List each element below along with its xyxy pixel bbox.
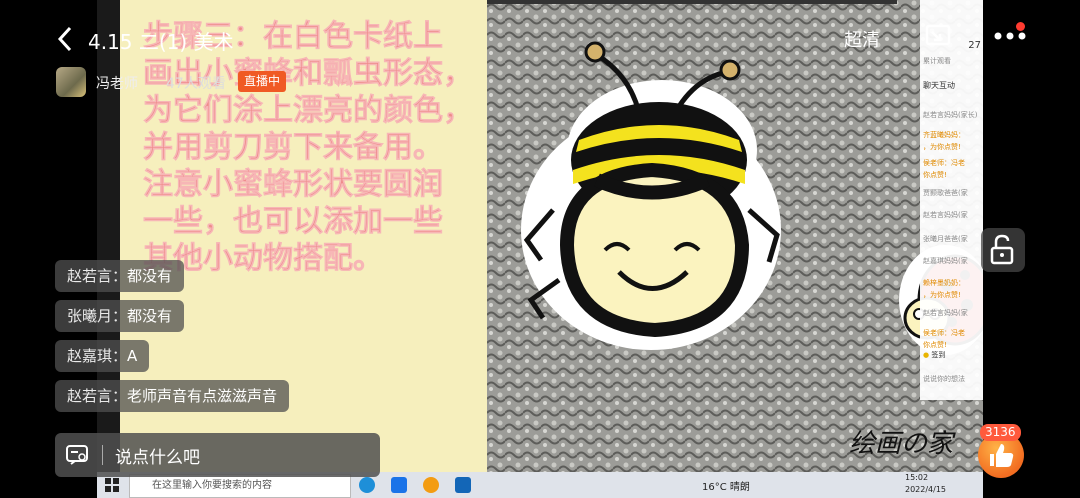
live-stream-video[interactable]: 绘画の家 步骤三：在白色卡纸上 画出小蜜蜂和瓢虫形态， 为它们涂上漂亮的颜色， … (97, 0, 983, 498)
unlock-icon (990, 234, 1014, 265)
panel-row: ，为你点赞! (923, 291, 961, 299)
notification-dot (1016, 22, 1025, 31)
taskbar-weather: 16°C 晴朗 (702, 482, 750, 493)
page-title: 4.15 二(1) 美术 (88, 30, 234, 54)
teacher-name: 冯老师 (96, 76, 138, 92)
live-badge: 直播中 (238, 71, 287, 92)
panel-chat-tab: 聊天互动 (923, 81, 955, 90)
chat-message: 赵嘉琪：A (55, 340, 150, 372)
panel-row: 侯老师：冯老 (923, 329, 965, 337)
chat-text: 都没有 (127, 307, 173, 325)
panel-row: 齐蓝曦妈妈： (923, 131, 965, 139)
quality-button[interactable]: 超清 (844, 26, 880, 52)
comment-settings-icon[interactable] (65, 444, 89, 466)
comment-placeholder: 说点什么吧 (115, 448, 200, 468)
panel-row: 张曦月爸爸(家 (923, 235, 968, 243)
taskbar-search-text: 在这里输入你要搜索的内容 (152, 480, 272, 491)
taskbar-time: 15:02 (905, 473, 929, 482)
panel-row: 贾颢歌爸爸(家 (923, 189, 968, 197)
screen-mirror-button[interactable] (924, 22, 954, 52)
chat-message: 张曦月：都没有 (55, 300, 185, 332)
chat-text: A (127, 347, 138, 365)
panel-row: 赖梓墨奶奶： (923, 279, 965, 287)
chat-sender: 赵若言： (67, 387, 128, 405)
panel-row: 你点赞! (923, 341, 947, 349)
chat-sender: 赵嘉琪： (67, 347, 128, 365)
viewer-count: 47人观看 (166, 76, 226, 92)
chat-message: 赵若言：老师声音有点滋滋声音 (55, 380, 290, 412)
back-button[interactable] (54, 24, 76, 54)
panel-row: ，为你点赞! (923, 143, 961, 151)
panel-row: 你点赞! (923, 171, 947, 179)
slide-illustration-area: 绘画の家 (487, 0, 983, 472)
taskbar-search: 在这里输入你要搜索的内容 (129, 474, 351, 498)
shared-chat-panel: 27 累计观看 聊天互动 赵若言妈妈(家长) 齐蓝曦妈妈： ，为你点赞! 侯老师… (920, 0, 983, 400)
panel-input: 说说你的想法 (923, 375, 965, 383)
slide-instructions-text: 步骤三：在白色卡纸上 画出小蜜蜂和瓢虫形态， 为它们涂上漂亮的颜色， 并用剪刀剪… (143, 19, 474, 277)
app-icon (391, 477, 407, 493)
bee-ladybug-illustration (487, 0, 983, 472)
taskbar-date: 2022/4/15 (905, 485, 947, 494)
chat-sender: 张曦月： (67, 307, 128, 325)
windows-start-icon (105, 478, 119, 492)
teacher-avatar[interactable] (56, 67, 86, 97)
chat-sender: 赵若言： (67, 267, 128, 285)
panel-checkin-label: 签到 (931, 351, 946, 359)
comment-divider (102, 445, 103, 465)
app-icon (423, 477, 439, 493)
app-icon (455, 477, 471, 493)
screen-mirror-icon (925, 24, 951, 46)
chat-text: 老师声音有点滋滋声音 (127, 387, 278, 405)
slide-top-edge (487, 0, 897, 4)
screen-lock-button[interactable] (981, 228, 1025, 272)
like-count-badge: 3136 (980, 424, 1021, 441)
chat-message: 赵若言：都没有 (55, 260, 185, 292)
panel-stat: 累计观看 (923, 57, 951, 65)
panel-row: 侯老师：冯老 (923, 159, 965, 167)
chat-text: 都没有 (127, 267, 173, 285)
comment-input[interactable]: 说点什么吧 (55, 433, 380, 477)
panel-checkin: ● 签到 (923, 351, 946, 359)
panel-row: 赵嘉琪妈妈(家 (923, 257, 968, 265)
panel-row: 赵若言妈妈(家长) (923, 111, 978, 119)
panel-row: 赵若言妈妈(家 (923, 309, 968, 317)
edge-icon (359, 477, 375, 493)
artist-signature: 绘画の家 (848, 429, 953, 459)
chevron-left-icon (57, 26, 72, 52)
panel-row: 赵若言妈妈(家 (923, 211, 968, 219)
